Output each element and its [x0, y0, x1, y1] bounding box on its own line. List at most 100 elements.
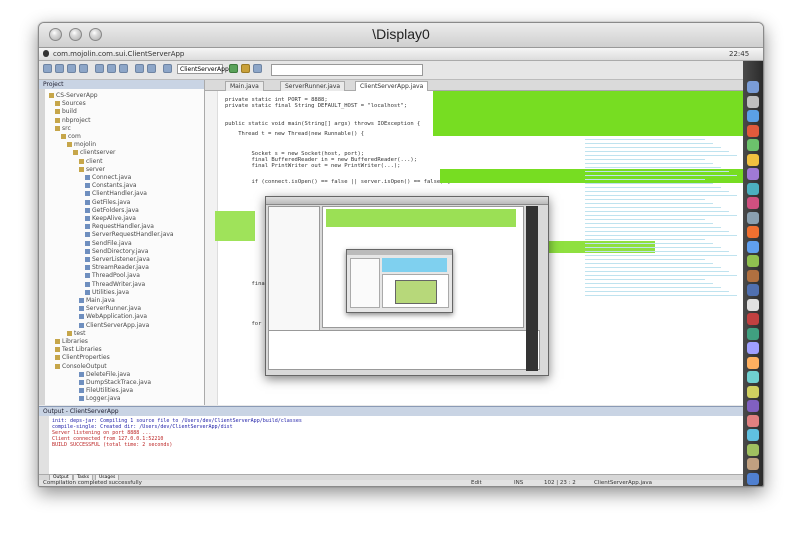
new-file-icon[interactable] — [43, 64, 52, 73]
new-project-icon[interactable] — [55, 64, 64, 73]
tree-item[interactable]: ClientServerApp.java — [79, 322, 149, 330]
tree-item[interactable]: client — [79, 158, 102, 166]
folder-icon — [73, 150, 78, 156]
tree-item[interactable]: Logger.java — [79, 395, 121, 403]
tree-item[interactable]: nbproject — [55, 117, 90, 125]
app-icon[interactable] — [747, 313, 759, 325]
tree-item[interactable]: src — [55, 125, 71, 133]
tree-item[interactable]: ClientProperties — [55, 354, 110, 362]
artifact-stripe — [585, 151, 729, 152]
app-icon[interactable] — [747, 211, 759, 224]
mail-icon[interactable] — [747, 110, 759, 122]
tree-item[interactable]: build — [55, 108, 77, 116]
copy-icon[interactable] — [107, 64, 116, 73]
ichat-icon[interactable] — [747, 139, 759, 151]
terminal-icon[interactable] — [747, 182, 759, 195]
tree-item[interactable]: KeepAlive.java — [85, 215, 136, 223]
project-side-tabs[interactable] — [39, 89, 45, 405]
app-icon[interactable] — [747, 414, 759, 427]
render-artifact-block — [433, 91, 745, 136]
tree-item[interactable]: ClientHandler.java — [85, 190, 147, 198]
tree-item[interactable]: SendDirectory.java — [85, 248, 148, 256]
tab-serverrunner[interactable]: ServerRunner.java — [280, 81, 346, 91]
tree-item[interactable]: Libraries — [55, 338, 88, 346]
app-icon[interactable] — [747, 342, 759, 354]
tree-item[interactable]: DumpStackTrace.java — [79, 379, 151, 387]
undo-icon[interactable] — [135, 64, 144, 73]
open-project-icon[interactable] — [67, 64, 76, 73]
app-icon[interactable] — [747, 240, 759, 253]
app-icon[interactable] — [747, 197, 759, 209]
artifact-stripe — [585, 231, 729, 232]
app-icon[interactable] — [747, 443, 759, 456]
tree-item[interactable]: com — [61, 133, 81, 141]
run-icon[interactable] — [229, 64, 238, 73]
tree-item[interactable]: ConsoleOutput — [55, 363, 107, 371]
tree-item[interactable]: DeleteFile.java — [79, 371, 130, 379]
itunes-icon[interactable] — [747, 153, 759, 166]
tree-item[interactable]: WebApplication.java — [79, 313, 147, 321]
tree-item[interactable]: GetFiles.java — [85, 199, 130, 207]
tree-item[interactable]: RequestHandler.java — [85, 223, 154, 231]
dashboard-icon[interactable] — [747, 95, 759, 108]
iphoto-icon[interactable] — [747, 168, 759, 180]
project-config-select[interactable]: ClientServerApp — [177, 64, 229, 74]
output-console[interactable]: init: deps-jar: Compiling 1 source file … — [49, 416, 743, 474]
tree-item[interactable]: Constants.java — [85, 182, 137, 190]
tree-item[interactable]: FileUtilities.java — [79, 387, 133, 395]
tree-item[interactable]: Utilities.java — [85, 289, 129, 297]
tree-item[interactable]: clientserver — [73, 149, 115, 157]
tree-item[interactable]: server — [79, 166, 105, 174]
tree-item[interactable]: Test Libraries — [55, 346, 102, 354]
app-icon[interactable] — [747, 226, 759, 238]
tab-clientserverapp[interactable]: ClientServerApp.java — [355, 81, 429, 91]
tree-item[interactable]: CS-ServerApp — [49, 92, 98, 100]
folder-icon — [55, 339, 60, 344]
debug-icon[interactable] — [241, 64, 250, 73]
safari-icon[interactable] — [747, 124, 759, 137]
app-icon[interactable] — [747, 269, 759, 282]
tree-item[interactable]: SendFile.java — [85, 240, 132, 248]
code-editor[interactable]: private static int PORT = 8888; private s… — [205, 91, 745, 405]
app-icon[interactable] — [747, 298, 759, 311]
tree-item[interactable]: Sources — [55, 100, 86, 108]
tree-item[interactable]: test — [67, 330, 86, 338]
app-icon[interactable] — [747, 429, 759, 441]
tree-item[interactable]: StreamReader.java — [85, 264, 149, 272]
tree-item-label: Logger.java — [86, 395, 121, 403]
app-icon[interactable] — [747, 284, 759, 296]
tree-item-label: Constants.java — [92, 182, 137, 190]
tree-item[interactable]: ThreadWriter.java — [85, 281, 145, 289]
app-icon[interactable] — [747, 458, 759, 470]
folder-icon — [79, 166, 84, 172]
redo-icon[interactable] — [147, 64, 156, 73]
tree-item[interactable]: ServerRequestHandler.java — [85, 231, 174, 239]
tree-item[interactable]: GetFolders.java — [85, 207, 139, 215]
app-icon[interactable] — [747, 385, 759, 398]
apple-menu-icon[interactable] — [43, 50, 49, 57]
profile-icon[interactable] — [253, 64, 262, 73]
tree-item[interactable]: ThreadPool.java — [85, 272, 140, 280]
paste-icon[interactable] — [119, 64, 128, 73]
app-icon[interactable] — [747, 356, 759, 369]
tab-main[interactable]: Main.java — [225, 81, 264, 91]
tree-item[interactable]: mojolin — [67, 141, 96, 149]
save-all-icon[interactable] — [79, 64, 88, 73]
app-icon[interactable] — [747, 255, 759, 267]
address-field[interactable] — [271, 64, 423, 76]
app-icon[interactable] — [747, 371, 759, 383]
folder-icon — [67, 142, 72, 148]
tree-item[interactable]: Connect.java — [85, 174, 131, 182]
remote-desktop[interactable]: com.mojolin.com.sui.ClientServerApp 22:4… — [39, 48, 763, 486]
app-icon[interactable] — [747, 400, 759, 412]
menubar-app-title[interactable]: com.mojolin.com.sui.ClientServerApp — [53, 50, 184, 58]
trash-icon[interactable] — [747, 472, 759, 485]
tree-item[interactable]: ServerRunner.java — [79, 305, 141, 313]
cut-icon[interactable] — [95, 64, 104, 73]
tree-item[interactable]: Main.java — [79, 297, 115, 305]
finder-icon[interactable] — [747, 81, 759, 93]
folder-icon — [67, 330, 72, 336]
build-icon[interactable] — [163, 64, 172, 73]
tree-item[interactable]: ServerListener.java — [85, 256, 150, 264]
app-icon[interactable] — [747, 327, 759, 340]
